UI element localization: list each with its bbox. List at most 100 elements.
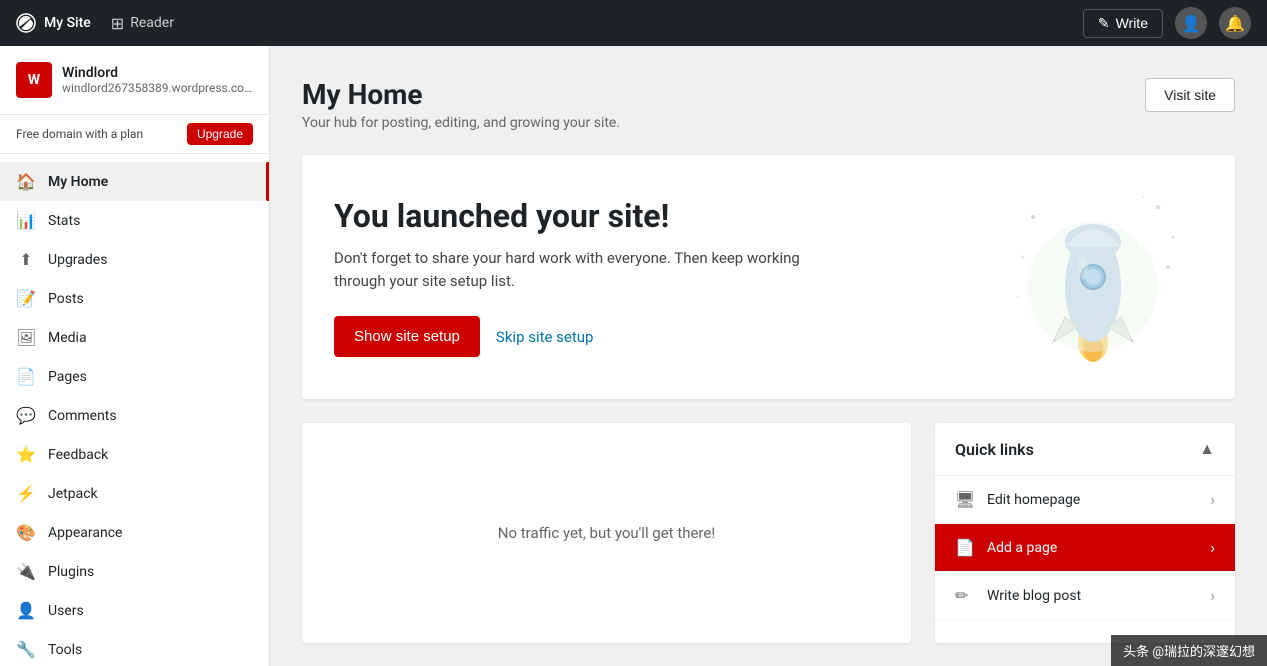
sidebar-item-plugins[interactable]: 🔌 Plugins: [0, 552, 269, 591]
quick-link-write-blog-post[interactable]: ✏ Write blog post ›: [935, 572, 1235, 620]
sidebar-item-upgrades[interactable]: ⬆ Upgrades: [0, 240, 269, 279]
site-name: Windlord: [62, 65, 253, 81]
sidebar-item-label: Plugins: [48, 564, 94, 580]
quick-links-list: 🖥 Edit homepage › 📄 Add a page › ✏ Write…: [935, 476, 1235, 620]
launch-text: You launched your site! Don't forget to …: [334, 197, 983, 357]
page-header-text: My Home Your hub for posting, editing, a…: [302, 78, 620, 131]
comments-icon: 💬: [16, 406, 36, 425]
upgrade-text: Free domain with a plan: [16, 127, 143, 141]
tools-icon: 🔧: [16, 640, 36, 659]
quick-link-label: Edit homepage: [987, 492, 1080, 508]
quick-link-label: Add a page: [987, 540, 1057, 556]
quick-link-edit-homepage[interactable]: 🖥 Edit homepage ›: [935, 476, 1235, 524]
quick-links-header[interactable]: Quick links ▲: [935, 423, 1235, 476]
user-icon: 👤: [1181, 14, 1201, 33]
rocket-illustration: [983, 187, 1203, 367]
quick-links-card: Quick links ▲ 🖥 Edit homepage › 📄 Add a …: [935, 423, 1235, 643]
sidebar-item-label: Appearance: [48, 525, 122, 541]
upgrades-icon: ⬆: [16, 250, 36, 269]
chevron-up-icon: ▲: [1199, 439, 1215, 459]
visit-site-button[interactable]: Visit site: [1145, 78, 1235, 112]
watermark: 头条 @瑞拉的深邃幻想: [1111, 635, 1267, 666]
launch-title: You launched your site!: [334, 197, 983, 235]
sidebar-item-label: Feedback: [48, 447, 108, 463]
reader-label: Reader: [130, 15, 174, 31]
site-details: Windlord windlord267358389.wordpress.com: [62, 65, 253, 95]
rocket-svg: [1003, 187, 1183, 367]
topbar-right: ✎ Write 👤 🔔: [1083, 7, 1251, 39]
bell-icon: 🔔: [1225, 14, 1245, 33]
sidebar-item-feedback[interactable]: ⭐ Feedback: [0, 435, 269, 474]
sidebar-item-stats[interactable]: 📊 Stats: [0, 201, 269, 240]
media-icon: 🖼: [16, 328, 36, 347]
upgrade-bar: Free domain with a plan Upgrade: [0, 115, 269, 154]
sidebar-item-appearance[interactable]: 🎨 Appearance: [0, 513, 269, 552]
sidebar-item-jetpack[interactable]: ⚡ Jetpack: [0, 474, 269, 513]
write-button[interactable]: ✎ Write: [1083, 9, 1163, 38]
upgrade-button[interactable]: Upgrade: [187, 123, 253, 145]
launch-desc: Don't forget to share your hard work wit…: [334, 247, 834, 292]
page-subtitle: Your hub for posting, editing, and growi…: [302, 115, 620, 131]
quick-link-add-page[interactable]: 📄 Add a page ›: [935, 524, 1235, 572]
site-info: W Windlord windlord267358389.wordpress.c…: [0, 46, 269, 115]
sidebar-item-label: Comments: [48, 408, 117, 424]
add-page-icon: 📄: [955, 538, 975, 557]
plugins-icon: 🔌: [16, 562, 36, 581]
topbar: My Site ⊞ Reader ✎ Write 👤 🔔: [0, 0, 1267, 46]
sidebar-item-media[interactable]: 🖼 Media: [0, 318, 269, 357]
site-url: windlord267358389.wordpress.com: [62, 81, 253, 95]
feedback-icon: ⭐: [16, 445, 36, 464]
chevron-right-icon: ›: [1210, 490, 1215, 509]
jetpack-icon: ⚡: [16, 484, 36, 503]
sidebar-item-tools[interactable]: 🔧 Tools: [0, 630, 269, 666]
nav-list: 🏠 My Home 📊 Stats ⬆ Upgrades 📝 Posts 🖼 M…: [0, 154, 269, 666]
pages-icon: 📄: [16, 367, 36, 386]
sidebar-item-pages[interactable]: 📄 Pages: [0, 357, 269, 396]
sidebar-item-comments[interactable]: 💬 Comments: [0, 396, 269, 435]
my-site-label: My Site: [44, 15, 91, 31]
posts-icon: 📝: [16, 289, 36, 308]
show-site-setup-button[interactable]: Show site setup: [334, 316, 480, 357]
launch-card: You launched your site! Don't forget to …: [302, 155, 1235, 399]
appearance-icon: 🎨: [16, 523, 36, 542]
main-content: My Home Your hub for posting, editing, a…: [270, 46, 1267, 666]
sidebar-item-my-home[interactable]: 🏠 My Home: [0, 162, 269, 201]
sidebar: W Windlord windlord267358389.wordpress.c…: [0, 46, 270, 666]
cards-row: No traffic yet, but you'll get there! Qu…: [302, 423, 1235, 643]
layout: W Windlord windlord267358389.wordpress.c…: [0, 46, 1267, 666]
chevron-right-icon: ›: [1210, 538, 1215, 557]
sidebar-item-label: Pages: [48, 369, 87, 385]
notifications-bell[interactable]: 🔔: [1219, 7, 1251, 39]
page-title: My Home: [302, 78, 620, 111]
site-avatar: W: [16, 62, 52, 98]
launch-actions: Show site setup Skip site setup: [334, 316, 983, 357]
write-blog-post-icon: ✏: [955, 586, 975, 605]
sidebar-item-users[interactable]: 👤 Users: [0, 591, 269, 630]
sidebar-item-posts[interactable]: 📝 Posts: [0, 279, 269, 318]
chevron-right-icon: ›: [1210, 586, 1215, 605]
quick-link-label: Write blog post: [987, 588, 1081, 604]
edit-homepage-icon: 🖥: [955, 490, 975, 509]
sidebar-item-label: Media: [48, 330, 87, 346]
my-site-link[interactable]: My Site: [16, 13, 91, 33]
my-home-icon: 🏠: [16, 172, 36, 191]
sidebar-item-label: Upgrades: [48, 252, 107, 268]
quick-links-title: Quick links: [955, 440, 1034, 459]
sidebar-item-label: My Home: [48, 174, 108, 190]
user-avatar[interactable]: 👤: [1175, 7, 1207, 39]
page-header: My Home Your hub for posting, editing, a…: [302, 78, 1235, 131]
reader-link[interactable]: ⊞ Reader: [111, 14, 174, 33]
users-icon: 👤: [16, 601, 36, 620]
sidebar-item-label: Posts: [48, 291, 84, 307]
skip-site-setup-link[interactable]: Skip site setup: [496, 328, 594, 346]
write-icon: ✎: [1098, 15, 1110, 32]
stats-icon: 📊: [16, 211, 36, 230]
sidebar-item-label: Users: [48, 603, 84, 619]
wordpress-icon: [16, 13, 36, 33]
traffic-card: No traffic yet, but you'll get there!: [302, 423, 911, 643]
sidebar-item-label: Tools: [48, 642, 82, 658]
reader-icon: ⊞: [111, 14, 124, 33]
sidebar-item-label: Stats: [48, 213, 80, 229]
no-traffic-text: No traffic yet, but you'll get there!: [498, 524, 715, 542]
sidebar-item-label: Jetpack: [48, 486, 98, 502]
